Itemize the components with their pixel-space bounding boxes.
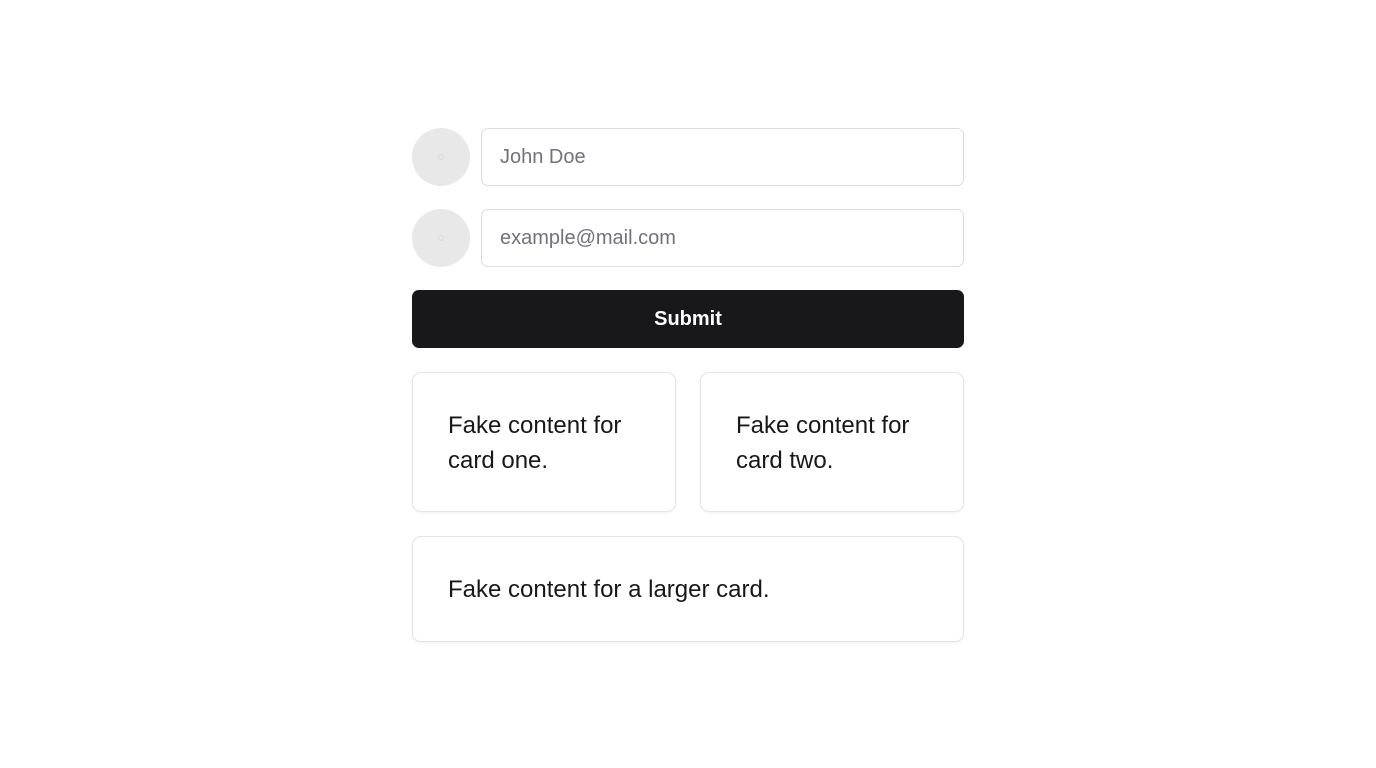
submit-button[interactable]: Submit <box>412 290 964 348</box>
card-one: Fake content for card one. <box>412 372 676 512</box>
name-row <box>412 128 964 186</box>
card-large: Fake content for a larger card. <box>412 536 964 642</box>
page: Submit Fake content for card one. Fake c… <box>0 0 1376 768</box>
avatar-dot <box>438 235 444 241</box>
signup-form: Submit Fake content for card one. Fake c… <box>412 128 964 642</box>
avatar-placeholder-icon <box>412 209 470 267</box>
card-two-text: Fake content for card two. <box>736 412 910 474</box>
avatar-placeholder-icon <box>412 128 470 186</box>
card-row: Fake content for card one. Fake content … <box>412 372 964 512</box>
name-input[interactable] <box>481 128 964 186</box>
email-input[interactable] <box>481 209 964 267</box>
email-row <box>412 209 964 267</box>
card-two: Fake content for card two. <box>700 372 964 512</box>
card-one-text: Fake content for card one. <box>448 412 622 474</box>
card-large-text: Fake content for a larger card. <box>448 576 770 603</box>
avatar-dot <box>438 154 444 160</box>
